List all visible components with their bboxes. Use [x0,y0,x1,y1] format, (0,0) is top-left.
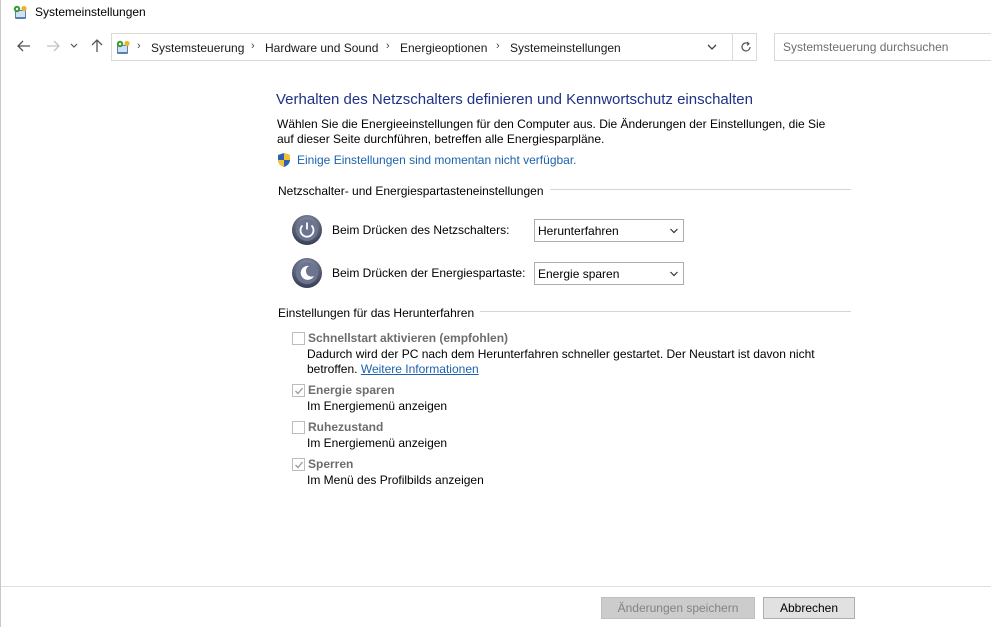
search-input[interactable] [775,34,991,60]
power-button-select-value: Herunterfahren [538,224,619,238]
uac-shield-icon [278,153,290,167]
page-title: Verhalten des Netzschalters definieren u… [276,91,753,108]
chevron-down-icon[interactable] [704,39,720,55]
power-icon [292,215,322,245]
arrow-right-icon [47,40,60,52]
arrow-up-icon [91,39,103,52]
cancel-button[interactable]: Abbrechen [763,597,855,619]
save-changes-button[interactable]: Änderungen speichern [601,597,755,619]
fast-startup-setting: Schnellstart aktivieren (empfohlen) [292,331,852,347]
hibernate-label: Ruhezustand [308,420,384,434]
up-button[interactable] [87,36,107,56]
unavailable-settings-link[interactable]: Einige Einstellungen sind momentan nicht… [276,152,577,168]
sleep-button-setting: Beim Drücken der Energiespartaste: Energ… [291,257,691,289]
sleep-button-label: Beim Drücken der Energiespartaste: [332,266,526,280]
recent-locations-button[interactable] [67,36,81,56]
window-title: Systemeinstellungen [35,5,146,19]
refresh-button[interactable] [732,34,758,60]
hibernate-description: Im Energiemenü anzeigen [307,436,448,450]
checkmark-icon [295,461,304,469]
more-information-link[interactable]: Weitere Informationen [361,362,479,376]
power-button-select[interactable]: Herunterfahren [534,219,684,242]
breadcrumb-systemeinstellungen[interactable]: Systemeinstellungen [510,41,621,55]
unavailable-settings-link-text[interactable]: Einige Einstellungen sind momentan nicht… [297,153,577,167]
navigation-bar: › Systemsteuerung › Hardware und Sound ›… [1,30,991,64]
power-button-label: Beim Drücken des Netzschalters: [332,223,510,237]
sleep-checkbox[interactable] [292,384,305,397]
page-description: Wählen Sie die Energieeinstellungen für … [277,117,826,146]
chevron-down-icon [670,271,678,277]
button-settings-group-title: Netzschalter- und Energiespartasteneinst… [278,184,550,198]
footer-bar: Änderungen speichern Abbrechen [1,586,991,627]
lock-label: Sperren [308,457,354,471]
address-bar[interactable]: › Systemsteuerung › Hardware und Sound ›… [111,33,757,61]
breadcrumb-energieoptionen[interactable]: Energieoptionen [400,41,487,55]
shutdown-settings-group-title: Einstellungen für das Herunterfahren [278,306,481,320]
sleep-label: Energie sparen [308,383,395,397]
fast-startup-label: Schnellstart aktivieren (empfohlen) [308,331,509,345]
window: Systemeinstellungen › Systemsteuerung › [0,0,991,627]
checkmark-icon [295,387,304,395]
hibernate-setting: Ruhezustand [292,420,852,436]
lock-checkbox[interactable] [292,458,305,471]
sleep-description: Im Energiemenü anzeigen [307,399,448,413]
sleep-setting: Energie sparen [292,383,852,399]
title-bar: Systemeinstellungen [1,0,991,26]
sleep-button-select-value: Energie sparen [538,267,620,281]
back-button[interactable] [14,36,34,56]
breadcrumb-separator-icon[interactable]: › [496,40,500,52]
breadcrumb-systemsteuerung[interactable]: Systemsteuerung [151,41,244,55]
refresh-icon [740,41,751,52]
control-panel-icon [116,40,130,54]
search-box[interactable] [774,33,991,61]
hibernate-checkbox[interactable] [292,421,305,434]
sleep-icon [292,258,322,288]
lock-description: Im Menü des Profilbilds anzeigen [307,473,484,487]
power-button-setting: Beim Drücken des Netzschalters: Herunter… [291,214,691,246]
breadcrumb-hardware-und-sound[interactable]: Hardware und Sound [265,41,378,55]
arrow-left-icon [17,40,30,52]
chevron-down-icon [70,43,78,48]
main-content: Verhalten des Netzschalters definieren u… [1,66,991,586]
fast-startup-description: Dadurch wird der PC nach dem Herunterfah… [307,347,827,377]
breadcrumb-separator-icon[interactable]: › [386,40,390,52]
breadcrumb-separator-icon[interactable]: › [251,40,255,52]
lock-setting: Sperren [292,457,852,473]
chevron-down-icon [670,228,678,234]
forward-button[interactable] [43,36,63,56]
sleep-button-select[interactable]: Energie sparen [534,262,684,285]
control-panel-icon [13,5,27,19]
fast-startup-checkbox[interactable] [292,332,305,345]
breadcrumb-separator-icon[interactable]: › [137,40,141,52]
